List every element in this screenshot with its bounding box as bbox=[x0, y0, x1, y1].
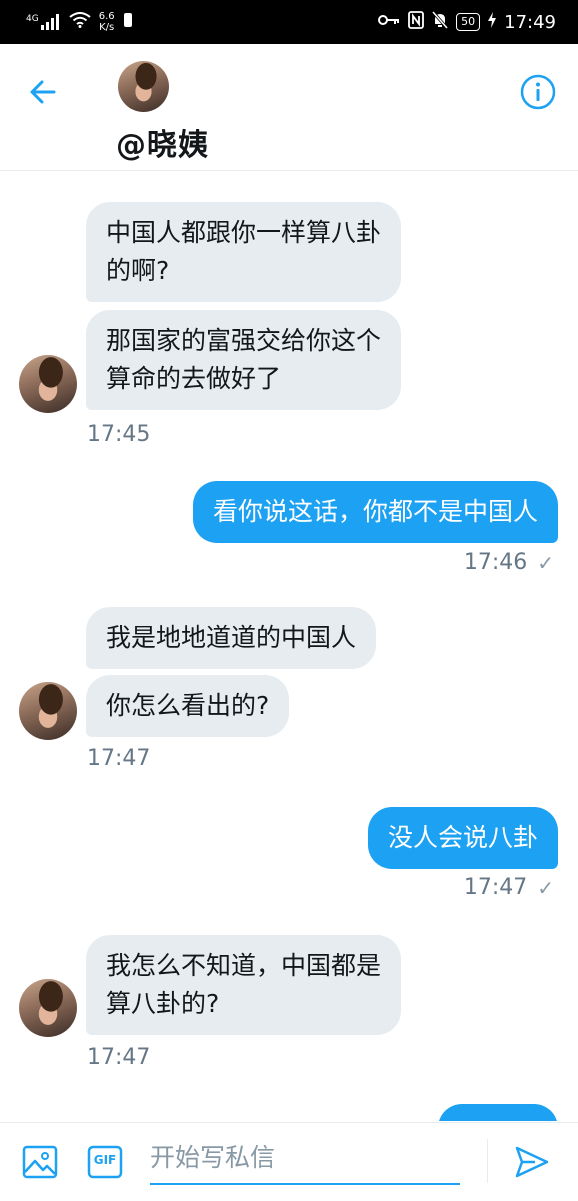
message-bubble-outgoing[interactable]: 看你说这话，你都不是中国人 bbox=[192, 481, 558, 543]
status-time: 17:49 bbox=[504, 11, 556, 33]
message-bubble-incoming[interactable]: 那国家的富强交给你这个 算命的去做好了 bbox=[86, 310, 402, 410]
add-image-button[interactable] bbox=[21, 1143, 59, 1181]
message-bubble-incoming[interactable]: 你怎么看出的? bbox=[86, 675, 290, 737]
message-bubble-incoming[interactable]: 中国人都跟你一样算八卦 的啊? bbox=[86, 202, 402, 302]
battery-indicator: 50 bbox=[456, 13, 481, 31]
speed-unit: K/s bbox=[99, 22, 115, 33]
message-timestamp: 17:47 bbox=[463, 875, 528, 900]
network-speed: 6.6 K/s bbox=[99, 11, 115, 33]
info-button[interactable] bbox=[518, 72, 558, 112]
info-icon bbox=[520, 74, 556, 110]
contact-avatar[interactable] bbox=[19, 682, 77, 740]
back-button[interactable] bbox=[26, 72, 66, 112]
message-bubble-incoming[interactable]: 我怎么不知道，中国都是 算八卦的? bbox=[86, 935, 402, 1035]
add-gif-button[interactable]: GIF bbox=[86, 1143, 124, 1181]
sent-check-icon: ✓ bbox=[537, 550, 554, 575]
message-status: 17:47 ✓ bbox=[464, 875, 554, 900]
composer-divider bbox=[487, 1139, 488, 1183]
charging-icon bbox=[488, 12, 497, 32]
arrow-left-icon bbox=[30, 80, 56, 104]
message-input-wrapper bbox=[150, 1133, 460, 1185]
message-composer: GIF bbox=[0, 1122, 578, 1201]
sent-check-icon: ✓ bbox=[537, 875, 554, 900]
send-icon bbox=[515, 1146, 549, 1178]
message-status: 17:46 ✓ bbox=[464, 550, 554, 575]
message-bubble-outgoing[interactable]: 没人会说八卦 bbox=[367, 807, 558, 869]
message-input[interactable] bbox=[150, 1133, 460, 1181]
contact-avatar[interactable] bbox=[19, 355, 77, 413]
wifi-icon bbox=[69, 12, 91, 32]
message-list[interactable]: 中国人都跟你一样算八卦 的啊? 那国家的富强交给你这个 算命的去做好了 17:4… bbox=[0, 171, 578, 1121]
send-button[interactable] bbox=[513, 1143, 551, 1181]
message-timestamp: 17:45 bbox=[87, 422, 151, 447]
conversation-header: @晓姨 bbox=[0, 44, 578, 171]
mute-bell-icon bbox=[431, 11, 449, 33]
message-timestamp: 17:47 bbox=[87, 746, 151, 771]
image-icon bbox=[22, 1145, 58, 1179]
message-timestamp: 17:47 bbox=[87, 1045, 151, 1070]
nfc-icon bbox=[408, 11, 425, 33]
speed-value: 6.6 bbox=[98, 11, 115, 22]
contact-avatar[interactable] bbox=[118, 61, 169, 112]
gif-label: GIF bbox=[93, 1153, 117, 1167]
message-bubble-outgoing-partial[interactable] bbox=[438, 1104, 558, 1121]
sim-icon bbox=[123, 12, 133, 32]
network-type: 4G bbox=[26, 14, 39, 24]
message-bubble-incoming[interactable]: 我是地地道道的中国人 bbox=[86, 607, 377, 669]
contact-username[interactable]: @晓姨 bbox=[116, 120, 209, 164]
status-bar: 4G 6.6 K/s 50 17:49 bbox=[0, 0, 578, 44]
key-icon bbox=[378, 13, 400, 31]
message-timestamp: 17:46 bbox=[463, 550, 528, 575]
signal-icon: 4G bbox=[26, 14, 61, 30]
contact-avatar[interactable] bbox=[19, 979, 77, 1037]
